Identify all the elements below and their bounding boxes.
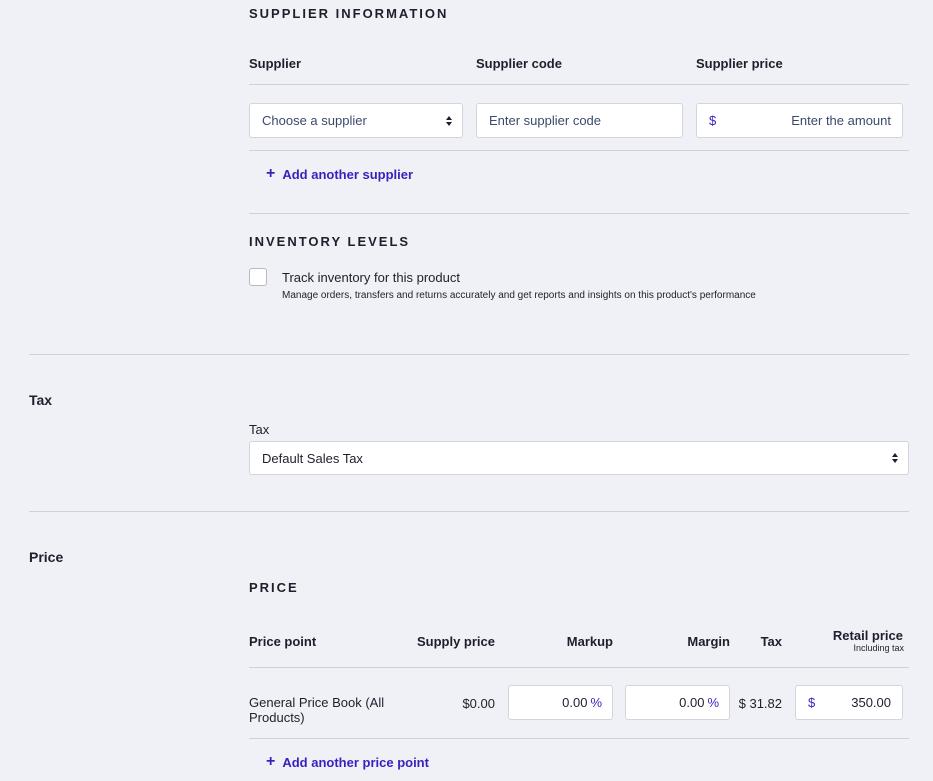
price-point-name: General Price Book (All Products) — [249, 695, 385, 725]
tax-field-label: Tax — [249, 422, 270, 437]
plus-icon: + — [266, 165, 276, 182]
supplier-select-value: Choose a supplier — [262, 113, 367, 128]
track-inventory-checkbox[interactable] — [249, 268, 267, 286]
margin-column-label: Margin — [687, 634, 730, 649]
retail-price-sublabel: Including tax — [853, 643, 904, 653]
supplier-code-input[interactable]: Enter supplier code — [476, 103, 683, 138]
retail-price-column-label: Retail price — [832, 628, 903, 643]
supply-price-column-label: Supply price — [416, 634, 495, 649]
percent-symbol: % — [707, 695, 719, 710]
inventory-heading: INVENTORY LEVELS — [249, 234, 411, 249]
section-divider — [29, 511, 909, 512]
percent-symbol: % — [590, 695, 602, 710]
supplier-price-input[interactable]: $ Enter the amount — [696, 103, 903, 138]
stepper-icon — [446, 115, 452, 126]
section-divider — [29, 354, 909, 355]
supplier-price-column-label: Supplier price — [696, 56, 783, 71]
markup-input[interactable]: 0.00 % — [508, 685, 613, 720]
tax-value: $ 31.82 — [738, 696, 782, 711]
retail-price-value: 350.00 — [851, 695, 891, 710]
divider — [249, 84, 909, 85]
price-section-label: Price — [29, 549, 64, 565]
stepper-icon — [892, 453, 898, 463]
supplier-code-placeholder: Enter supplier code — [489, 113, 602, 128]
add-price-point-link[interactable]: + Add another price point — [266, 754, 429, 770]
markup-column-label: Markup — [566, 634, 613, 649]
supplier-column-label: Supplier — [249, 56, 302, 71]
retail-price-input[interactable]: $ 350.00 — [795, 685, 903, 720]
tax-section-label: Tax — [29, 392, 53, 408]
price-point-column-label: Price point — [249, 634, 317, 649]
price-heading: PRICE — [249, 580, 299, 595]
supplier-code-column-label: Supplier code — [476, 56, 562, 71]
divider — [249, 738, 909, 739]
divider — [249, 667, 909, 668]
divider — [249, 213, 909, 214]
markup-value: 0.00 — [562, 695, 588, 710]
supplier-price-placeholder: Enter the amount — [791, 113, 891, 128]
supplier-select[interactable]: Choose a supplier — [249, 103, 463, 138]
divider — [249, 150, 909, 151]
add-supplier-label: Add another supplier — [282, 166, 414, 182]
track-inventory-label: Track inventory for this product — [282, 270, 460, 285]
add-price-point-label: Add another price point — [282, 754, 429, 770]
supply-price-value: $0.00 — [462, 696, 495, 711]
supplier-heading: SUPPLIER INFORMATION — [249, 6, 449, 21]
tax-column-label: Tax — [760, 634, 782, 649]
tax-select-value: Default Sales Tax — [262, 450, 363, 466]
track-inventory-description: Manage orders, transfers and returns acc… — [282, 290, 756, 301]
currency-symbol: $ — [709, 113, 717, 128]
margin-input[interactable]: 0.00 % — [625, 685, 730, 720]
add-supplier-link[interactable]: + Add another supplier — [266, 166, 413, 182]
margin-value: 0.00 — [679, 695, 705, 710]
tax-select[interactable]: Default Sales Tax — [249, 441, 909, 475]
plus-icon: + — [266, 753, 276, 770]
currency-symbol: $ — [808, 695, 816, 710]
